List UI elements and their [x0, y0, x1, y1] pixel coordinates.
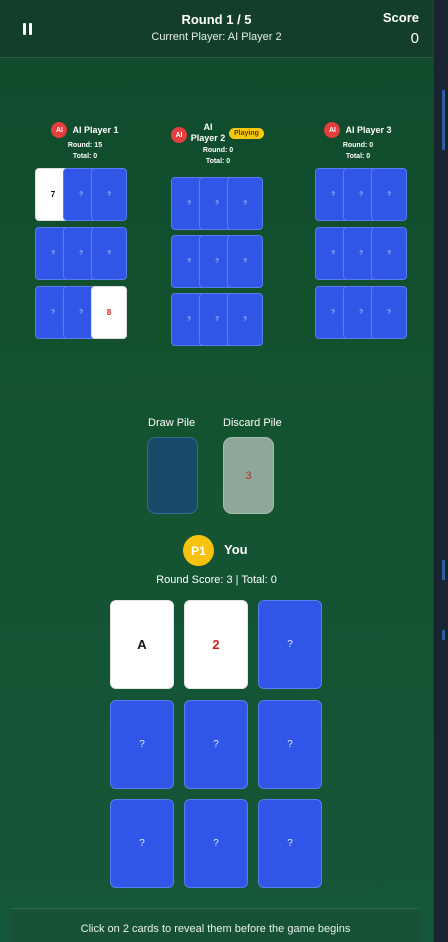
- score-label: Score: [382, 10, 419, 25]
- ai-badge: AI: [171, 127, 187, 143]
- score-value: 0: [410, 30, 419, 47]
- player-card[interactable]: ?: [258, 799, 322, 888]
- player-card[interactable]: ?: [110, 799, 174, 888]
- player-card[interactable]: ?: [258, 600, 322, 689]
- opponent-2-card: ?: [227, 293, 263, 346]
- game-board: Round 1 / 5 Current Player: AI Player 2 …: [0, 0, 433, 942]
- player-card[interactable]: 2: [184, 600, 248, 689]
- edge-mark: [442, 90, 445, 150]
- opponent-ai-player-1: AI AI Player 1 Round: 15 Total: 0: [35, 122, 135, 162]
- opponent-1-card: ?: [91, 227, 127, 280]
- draw-pile-label: Draw Pile: [148, 417, 196, 429]
- player-name: You: [224, 542, 248, 557]
- instruction-text: Click on 2 cards to reveal them before t…: [80, 923, 351, 935]
- playing-status-badge: Playing: [229, 128, 264, 139]
- opponent-total-score: Total: 0: [205, 158, 231, 165]
- edge-mark: [442, 630, 445, 640]
- discard-pile-label: Discard Pile: [223, 417, 282, 429]
- player-card[interactable]: A: [110, 600, 174, 689]
- draw-pile[interactable]: [147, 437, 198, 514]
- opponent-name-line1: AI: [203, 122, 213, 132]
- side-panel-edge: [433, 0, 448, 942]
- player-card[interactable]: ?: [258, 700, 322, 789]
- opponent-name: AI Player 3: [345, 125, 392, 135]
- opponent-3-card: ?: [371, 227, 407, 280]
- ai-badge: AI: [51, 122, 68, 138]
- edge-mark: [442, 560, 445, 580]
- discard-top-card-value: 3: [245, 469, 252, 482]
- player-round-score: Round Score: 3 | Total: 0: [156, 574, 277, 586]
- round-indicator: Round 1 / 5: [181, 12, 252, 27]
- opponent-total-score: Total: 0: [345, 153, 371, 160]
- opponent-round-score: Round: 15: [67, 142, 103, 149]
- opponent-ai-player-2: AI AI Player 2 Playing Round: 0 Total: 0: [168, 121, 268, 167]
- player-card[interactable]: ?: [110, 700, 174, 789]
- opponent-name: AI Player 2: [190, 122, 226, 144]
- current-player-label: Current Player: AI Player 2: [151, 31, 282, 43]
- top-bar: Round 1 / 5 Current Player: AI Player 2 …: [0, 0, 433, 58]
- opponent-3-card: ?: [371, 286, 407, 339]
- player-card[interactable]: ?: [184, 700, 248, 789]
- player-avatar: P1: [183, 535, 214, 566]
- opponent-round-score: Round: 0: [202, 147, 234, 154]
- opponent-2-card: ?: [227, 177, 263, 230]
- instruction-footer: Click on 2 cards to reveal them before t…: [12, 908, 419, 942]
- player-card[interactable]: ?: [184, 799, 248, 888]
- opponent-2-card: ?: [227, 235, 263, 288]
- opponent-1-card: 8: [91, 286, 127, 339]
- discard-pile[interactable]: 3: [223, 437, 274, 514]
- opponent-name-line2: Player 2: [190, 133, 226, 143]
- opponent-3-card: ?: [371, 168, 407, 221]
- opponent-round-score: Round: 0: [342, 142, 374, 149]
- ai-badge: AI: [324, 122, 341, 138]
- opponent-total-score: Total: 0: [72, 153, 98, 160]
- opponent-1-card: ?: [91, 168, 127, 221]
- opponent-ai-player-3: AI AI Player 3 Round: 0 Total: 0: [308, 122, 408, 162]
- opponent-name: AI Player 1: [72, 125, 119, 135]
